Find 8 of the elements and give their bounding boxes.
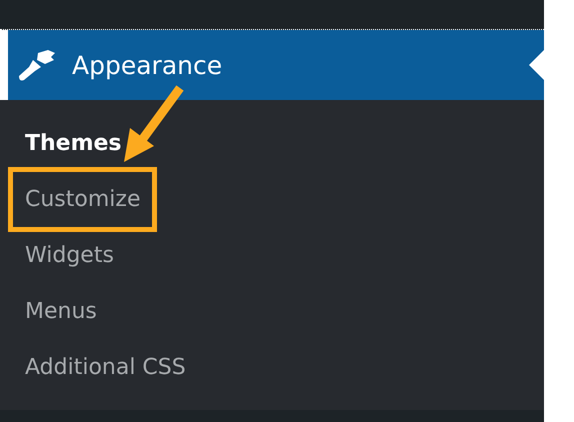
submenu-link[interactable]: Widgets — [25, 242, 114, 268]
highlighted-menu-link[interactable]: Customize — [8, 166, 158, 232]
submenu-link[interactable]: Menus — [25, 298, 97, 324]
submenu-link[interactable]: Additional CSS — [25, 354, 186, 380]
current-indicator — [529, 50, 544, 80]
submenu-link[interactable]: Themes — [25, 130, 122, 156]
paintbrush-icon — [18, 49, 56, 81]
menu-label: Appearance — [72, 50, 222, 80]
